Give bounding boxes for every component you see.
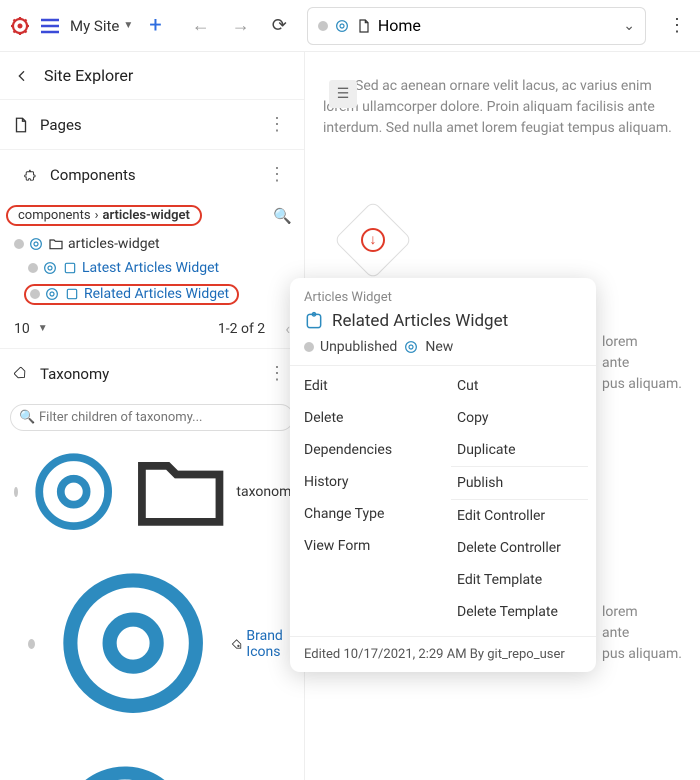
tree-folder[interactable]: articles-widget bbox=[0, 232, 304, 256]
refresh-icon[interactable]: ⟳ bbox=[268, 11, 291, 40]
tag-icon bbox=[229, 638, 245, 649]
tab-label: Home bbox=[378, 16, 421, 35]
chevron-right-icon: › bbox=[95, 208, 99, 223]
menu-item-edit-template[interactable]: Edit Template bbox=[443, 564, 596, 596]
back-icon[interactable] bbox=[14, 68, 30, 84]
status-dot-icon bbox=[14, 239, 24, 249]
menu-item-delete-template[interactable]: Delete Template bbox=[443, 596, 596, 628]
more-icon[interactable]: ⋮ bbox=[262, 110, 292, 139]
app-logo-icon bbox=[8, 14, 32, 38]
status-dot-icon bbox=[318, 21, 328, 31]
menu-item-change-type[interactable]: Change Type bbox=[290, 498, 443, 530]
gear-icon bbox=[403, 339, 419, 355]
drop-target-icon[interactable]: ↓ bbox=[333, 200, 412, 279]
nav-forward-icon[interactable]: → bbox=[228, 11, 254, 40]
gear-icon bbox=[42, 260, 58, 276]
gear-icon bbox=[44, 286, 60, 302]
section-taxonomy[interactable]: Taxonomy ⋮ bbox=[0, 348, 304, 398]
section-pages[interactable]: Pages ⋮ bbox=[0, 99, 304, 149]
puzzle-icon bbox=[22, 166, 40, 184]
popup-subtitle: Articles Widget bbox=[304, 290, 582, 305]
context-menu-popup: Articles Widget Related Articles Widget … bbox=[290, 278, 596, 672]
tag-icon bbox=[12, 365, 30, 383]
drag-handle-icon[interactable]: ☰ bbox=[329, 80, 357, 108]
status-dot-icon bbox=[14, 487, 18, 497]
content-paragraph: ☰ Sed ac aenean ornare velit lacus, ac v… bbox=[323, 76, 682, 139]
site-explorer-header: Site Explorer bbox=[0, 52, 304, 99]
components-pager: 10 ▼ 1-2 of 2 ‹ bbox=[0, 309, 304, 348]
tree-item[interactable]: Latest Articles Widget bbox=[0, 256, 304, 280]
menu-item-edit[interactable]: Edit bbox=[290, 370, 443, 402]
search-icon: 🔍 bbox=[19, 410, 35, 425]
puzzle-icon bbox=[64, 286, 80, 302]
tree-folder[interactable]: taxonomy bbox=[0, 437, 304, 546]
section-components[interactable]: Components ⋮ bbox=[0, 149, 304, 199]
menu-item-view-form[interactable]: View Form bbox=[290, 530, 443, 562]
caret-down-icon[interactable]: ▼ bbox=[38, 323, 48, 334]
menu-item-publish[interactable]: Publish bbox=[451, 467, 588, 500]
active-tab[interactable]: Home ⌄ bbox=[307, 7, 646, 45]
menu-item-copy[interactable]: Copy bbox=[443, 402, 596, 434]
page-icon bbox=[12, 116, 30, 134]
arrow-down-icon: ↓ bbox=[361, 228, 385, 252]
folder-icon bbox=[48, 236, 64, 252]
breadcrumb: components › articles-widget 🔍 bbox=[0, 199, 304, 232]
gear-icon bbox=[28, 236, 44, 252]
status-dot-icon bbox=[304, 342, 314, 352]
site-name: My Site bbox=[70, 17, 119, 35]
menu-item-delete-controller[interactable]: Delete Controller bbox=[443, 532, 596, 564]
caret-down-icon: ▼ bbox=[123, 20, 133, 31]
status-dot-icon bbox=[30, 289, 40, 299]
puzzle-icon bbox=[304, 311, 324, 331]
main-menu-icon[interactable] bbox=[38, 14, 62, 38]
menu-item-duplicate[interactable]: Duplicate bbox=[451, 434, 588, 467]
menu-item-history[interactable]: History bbox=[290, 466, 443, 498]
site-dropdown[interactable]: My Site ▼ bbox=[68, 13, 135, 39]
popup-status: Unpublished New bbox=[304, 339, 582, 355]
popup-title: Related Articles Widget bbox=[304, 311, 582, 331]
create-button[interactable]: + bbox=[141, 13, 169, 38]
status-dot-icon bbox=[28, 263, 38, 273]
menu-item-cut[interactable]: Cut bbox=[443, 370, 596, 402]
puzzle-icon bbox=[62, 260, 78, 276]
taxonomy-filter-input[interactable] bbox=[10, 404, 294, 431]
tree-item-selected[interactable]: Related Articles Widget bbox=[0, 280, 304, 309]
chevron-down-icon[interactable]: ⌄ bbox=[623, 18, 635, 34]
more-icon[interactable]: ⋮ bbox=[662, 11, 692, 40]
gear-icon bbox=[38, 744, 212, 780]
search-icon[interactable]: 🔍 bbox=[273, 207, 292, 225]
gear-icon bbox=[39, 549, 227, 737]
popup-footer: Edited 10/17/2021, 2:29 AM By git_repo_u… bbox=[290, 636, 596, 672]
more-icon[interactable]: ⋮ bbox=[262, 160, 292, 189]
menu-item-edit-controller[interactable]: Edit Controller bbox=[443, 500, 596, 532]
page-icon bbox=[356, 18, 372, 34]
gear-icon bbox=[334, 18, 350, 34]
menu-item-delete[interactable]: Delete bbox=[290, 402, 443, 434]
tree-item[interactable]: Brand Icons bbox=[0, 546, 304, 740]
gear-icon bbox=[22, 440, 125, 543]
folder-icon bbox=[129, 440, 232, 543]
more-icon[interactable]: ⋮ bbox=[262, 359, 292, 388]
tree-item[interactable]: Categories bbox=[0, 741, 304, 780]
nav-back-icon[interactable]: ← bbox=[188, 11, 214, 40]
menu-item-dependencies[interactable]: Dependencies bbox=[290, 434, 443, 466]
